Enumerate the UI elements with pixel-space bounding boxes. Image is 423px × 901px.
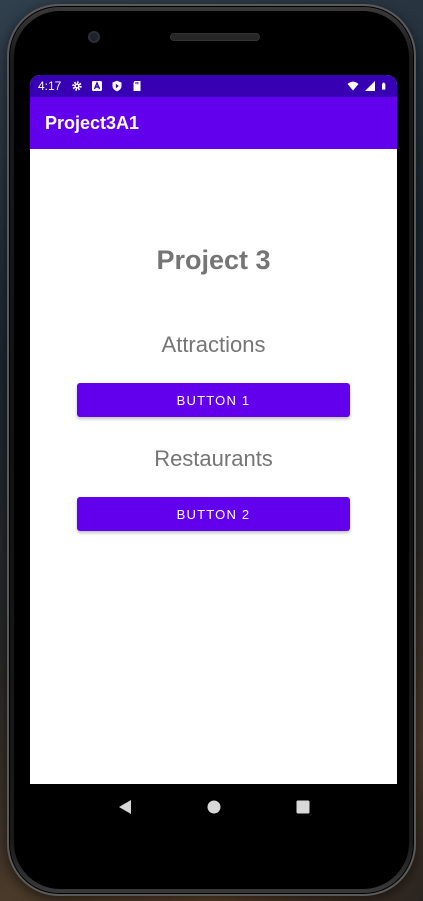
earpiece-speaker [170, 33, 260, 41]
recents-icon [296, 800, 309, 814]
main-content: Project 3 Attractions BUTTON 1 Restauran… [30, 149, 397, 784]
a-badge-icon [92, 81, 103, 91]
status-time: 4:17 [38, 79, 62, 93]
button-1[interactable]: BUTTON 1 [77, 383, 350, 417]
home-button[interactable] [199, 792, 229, 822]
front-camera [88, 31, 100, 43]
signal-icon [365, 81, 375, 91]
status-bar: 4:17 [30, 75, 397, 97]
phone-screen: 4:17 Project3A1 Project 3 Attractions BU… [30, 75, 397, 784]
back-icon [118, 800, 131, 814]
app-title: Project3A1 [45, 112, 140, 133]
restaurants-label: Restaurants [154, 446, 273, 471]
battery-icon [382, 82, 386, 90]
back-button[interactable] [110, 792, 140, 822]
navigation-bar [30, 784, 397, 830]
wifi-icon [347, 81, 359, 91]
app-bar: Project3A1 [30, 97, 397, 149]
button-2[interactable]: BUTTON 2 [77, 497, 350, 531]
shield-icon [112, 80, 122, 92]
recents-button[interactable] [288, 792, 318, 822]
status-system-icons [347, 80, 389, 92]
status-notification-icons [71, 80, 143, 92]
home-icon [207, 800, 220, 814]
sd-card-icon [133, 81, 141, 91]
settings-icon [72, 81, 83, 91]
attractions-label: Attractions [161, 332, 266, 357]
page-title: Project 3 [156, 245, 271, 275]
